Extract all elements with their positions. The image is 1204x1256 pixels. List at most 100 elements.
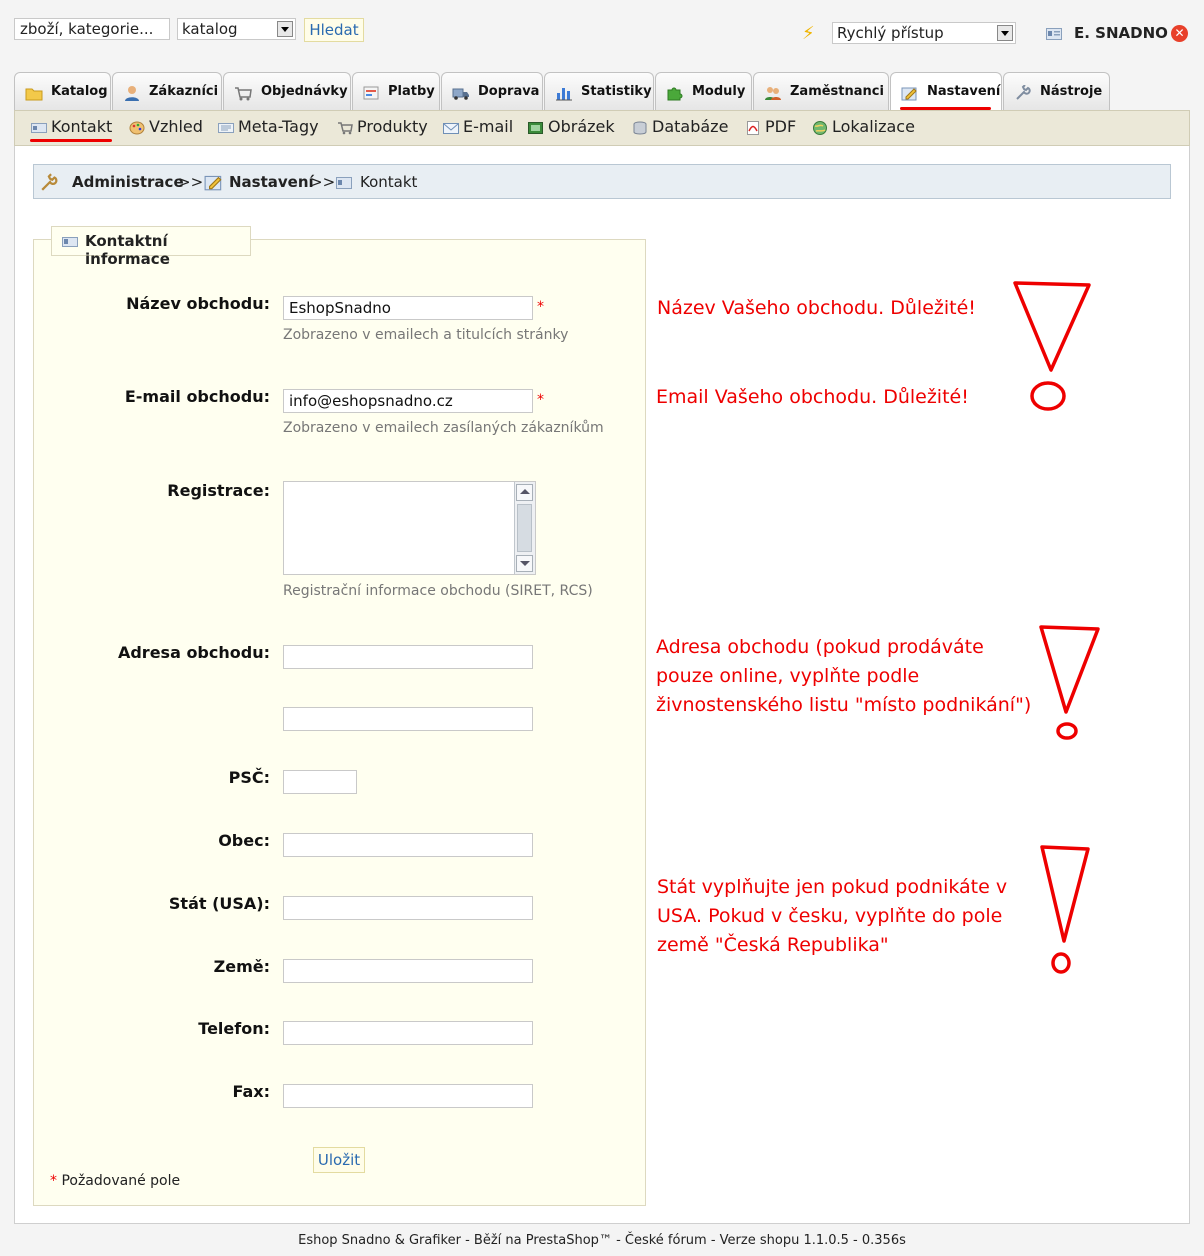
tab-zamestnanci[interactable]: Zaměstnanci: [753, 72, 889, 110]
phone-input[interactable]: [283, 1021, 533, 1045]
logout-icon[interactable]: ✕: [1171, 25, 1188, 42]
tab-nastaveni[interactable]: Nastavení: [890, 72, 1002, 111]
subnav-vzhled[interactable]: Vzhled: [129, 117, 203, 136]
chevron-down-icon[interactable]: [277, 21, 293, 37]
scroll-up-icon[interactable]: [516, 484, 533, 501]
tab-doprava[interactable]: Doprava: [441, 72, 543, 110]
tab-label: Nastavení: [927, 84, 1001, 99]
textarea-scrollbar[interactable]: [514, 482, 535, 574]
tab-label: Zaměstnanci: [790, 84, 884, 99]
user-card-icon: [1046, 28, 1062, 40]
tab-label: Zákazníci: [149, 84, 219, 99]
contact-card-icon: [62, 237, 78, 247]
annotation-shop-name: Název Vašeho obchodu. Důležité!: [657, 297, 976, 319]
truck-icon: [452, 88, 469, 100]
active-subnav-marker: [30, 139, 112, 142]
tab-label: Nástroje: [1040, 84, 1103, 99]
main-tabs: Katalog Zákazníci Objednávky Platby Dopr…: [14, 72, 1190, 111]
tab-nastroje[interactable]: Nástroje: [1003, 72, 1110, 110]
palette-icon: [129, 121, 145, 134]
quick-access-select[interactable]: Rychlý přístup: [832, 22, 1016, 44]
tab-label: Platby: [388, 84, 435, 99]
cart-icon: [235, 87, 252, 101]
shop-email-hint: Zobrazeno v emailech zasílaných zákazník…: [283, 420, 604, 436]
city-input[interactable]: [283, 833, 533, 857]
phone-label: Telefon:: [198, 1019, 270, 1038]
chevron-down-icon[interactable]: [997, 25, 1013, 41]
subnav-produkty[interactable]: Produkty: [337, 117, 428, 136]
scroll-thumb[interactable]: [517, 504, 532, 552]
registration-label: Registrace:: [167, 481, 270, 500]
country-label: Země:: [213, 957, 270, 976]
settings-icon: [204, 175, 222, 191]
address-line2-input[interactable]: [283, 707, 533, 731]
customer-icon: [125, 86, 139, 101]
required-marker: *: [537, 299, 544, 315]
city-label: Obec:: [218, 831, 270, 850]
subnav-meta-tagy[interactable]: Meta-Tagy: [218, 117, 319, 136]
tab-objednavky[interactable]: Objednávky: [223, 72, 351, 110]
address-label: Adresa obchodu:: [117, 643, 270, 662]
employees-icon: [765, 87, 781, 100]
shop-email-input[interactable]: info@eshopsnadno.cz: [283, 389, 533, 413]
tab-label: Objednávky: [261, 84, 348, 99]
lightning-icon: ⚡: [802, 23, 815, 44]
subnav-lokalizace[interactable]: Lokalizace: [812, 117, 915, 136]
subnav-pdf[interactable]: PDF: [745, 117, 796, 136]
database-icon: [633, 121, 647, 134]
tab-zakaznici[interactable]: Zákazníci: [112, 72, 222, 110]
state-input[interactable]: [283, 896, 533, 920]
meta-tags-icon: [218, 122, 234, 133]
required-marker: *: [537, 392, 544, 408]
search-scope-select[interactable]: katalog: [177, 18, 296, 40]
subnav-obrazek[interactable]: Obrázek: [528, 117, 615, 136]
annotation-state: Stát vyplňujte jen pokud podnikáte v USA…: [657, 876, 1008, 956]
settings-icon: [901, 87, 917, 101]
tab-statistiky[interactable]: Statistiky: [544, 72, 654, 110]
user-name[interactable]: E. SNADNO: [1074, 24, 1168, 42]
scroll-down-icon[interactable]: [516, 555, 533, 572]
breadcrumb-separator: >>: [310, 173, 336, 191]
wrench-icon: [41, 173, 58, 191]
chart-icon: [556, 88, 572, 101]
settings-subnav: Kontakt Vzhled Meta-Tagy Produkty E-mail…: [14, 110, 1190, 146]
contact-card-icon: [336, 177, 352, 189]
fax-input[interactable]: [283, 1084, 533, 1108]
tab-label: Katalog: [51, 84, 108, 99]
search-scope-value: katalog: [182, 20, 238, 38]
tab-moduly[interactable]: Moduly: [655, 72, 752, 110]
shop-name-label: Název obchodu:: [126, 294, 270, 313]
save-button[interactable]: Uložit: [313, 1147, 365, 1173]
cart-icon: [338, 121, 353, 134]
tab-katalog[interactable]: Katalog: [14, 72, 111, 110]
search-input[interactable]: zboží, kategorie...: [14, 18, 170, 40]
breadcrumb-section[interactable]: Nastavení: [229, 173, 314, 191]
envelope-icon: [443, 122, 459, 134]
quick-access-value: Rychlý přístup: [837, 24, 944, 42]
country-input[interactable]: [283, 959, 533, 983]
annotation-shop-email: Email Vašeho obchodu. Důležité!: [656, 386, 969, 408]
shop-email-label: E-mail obchodu:: [124, 387, 270, 406]
pdf-icon: [747, 120, 759, 135]
tab-platby[interactable]: Platby: [352, 72, 440, 110]
annotation-address: Adresa obchodu (pokud prodáváte pouze on…: [656, 636, 1032, 716]
zip-label: PSČ:: [228, 768, 270, 787]
subnav-databaze[interactable]: Databáze: [632, 117, 728, 136]
warning-exclamation-icon: [1039, 625, 1100, 740]
breadcrumb-root[interactable]: Administrace: [72, 173, 184, 191]
address-line1-input[interactable]: [283, 645, 533, 669]
registration-textarea[interactable]: [283, 481, 536, 575]
folder-icon: [25, 88, 43, 101]
subnav-kontakt[interactable]: Kontakt: [31, 117, 112, 136]
tab-label: Doprava: [478, 84, 540, 99]
registration-hint: Registrační informace obchodu (SIRET, RC…: [283, 583, 593, 599]
subnav-email[interactable]: E-mail: [443, 117, 513, 136]
puzzle-icon: [667, 87, 683, 101]
zip-input[interactable]: [283, 770, 357, 794]
globe-icon: [813, 120, 827, 135]
fieldset-legend: Kontaktní informace: [51, 226, 251, 268]
breadcrumb-page: Kontakt: [360, 173, 418, 191]
shop-name-input[interactable]: EshopSnadno: [283, 296, 533, 320]
required-note: * Požadované pole: [50, 1173, 181, 1189]
search-button[interactable]: Hledat: [304, 18, 364, 42]
